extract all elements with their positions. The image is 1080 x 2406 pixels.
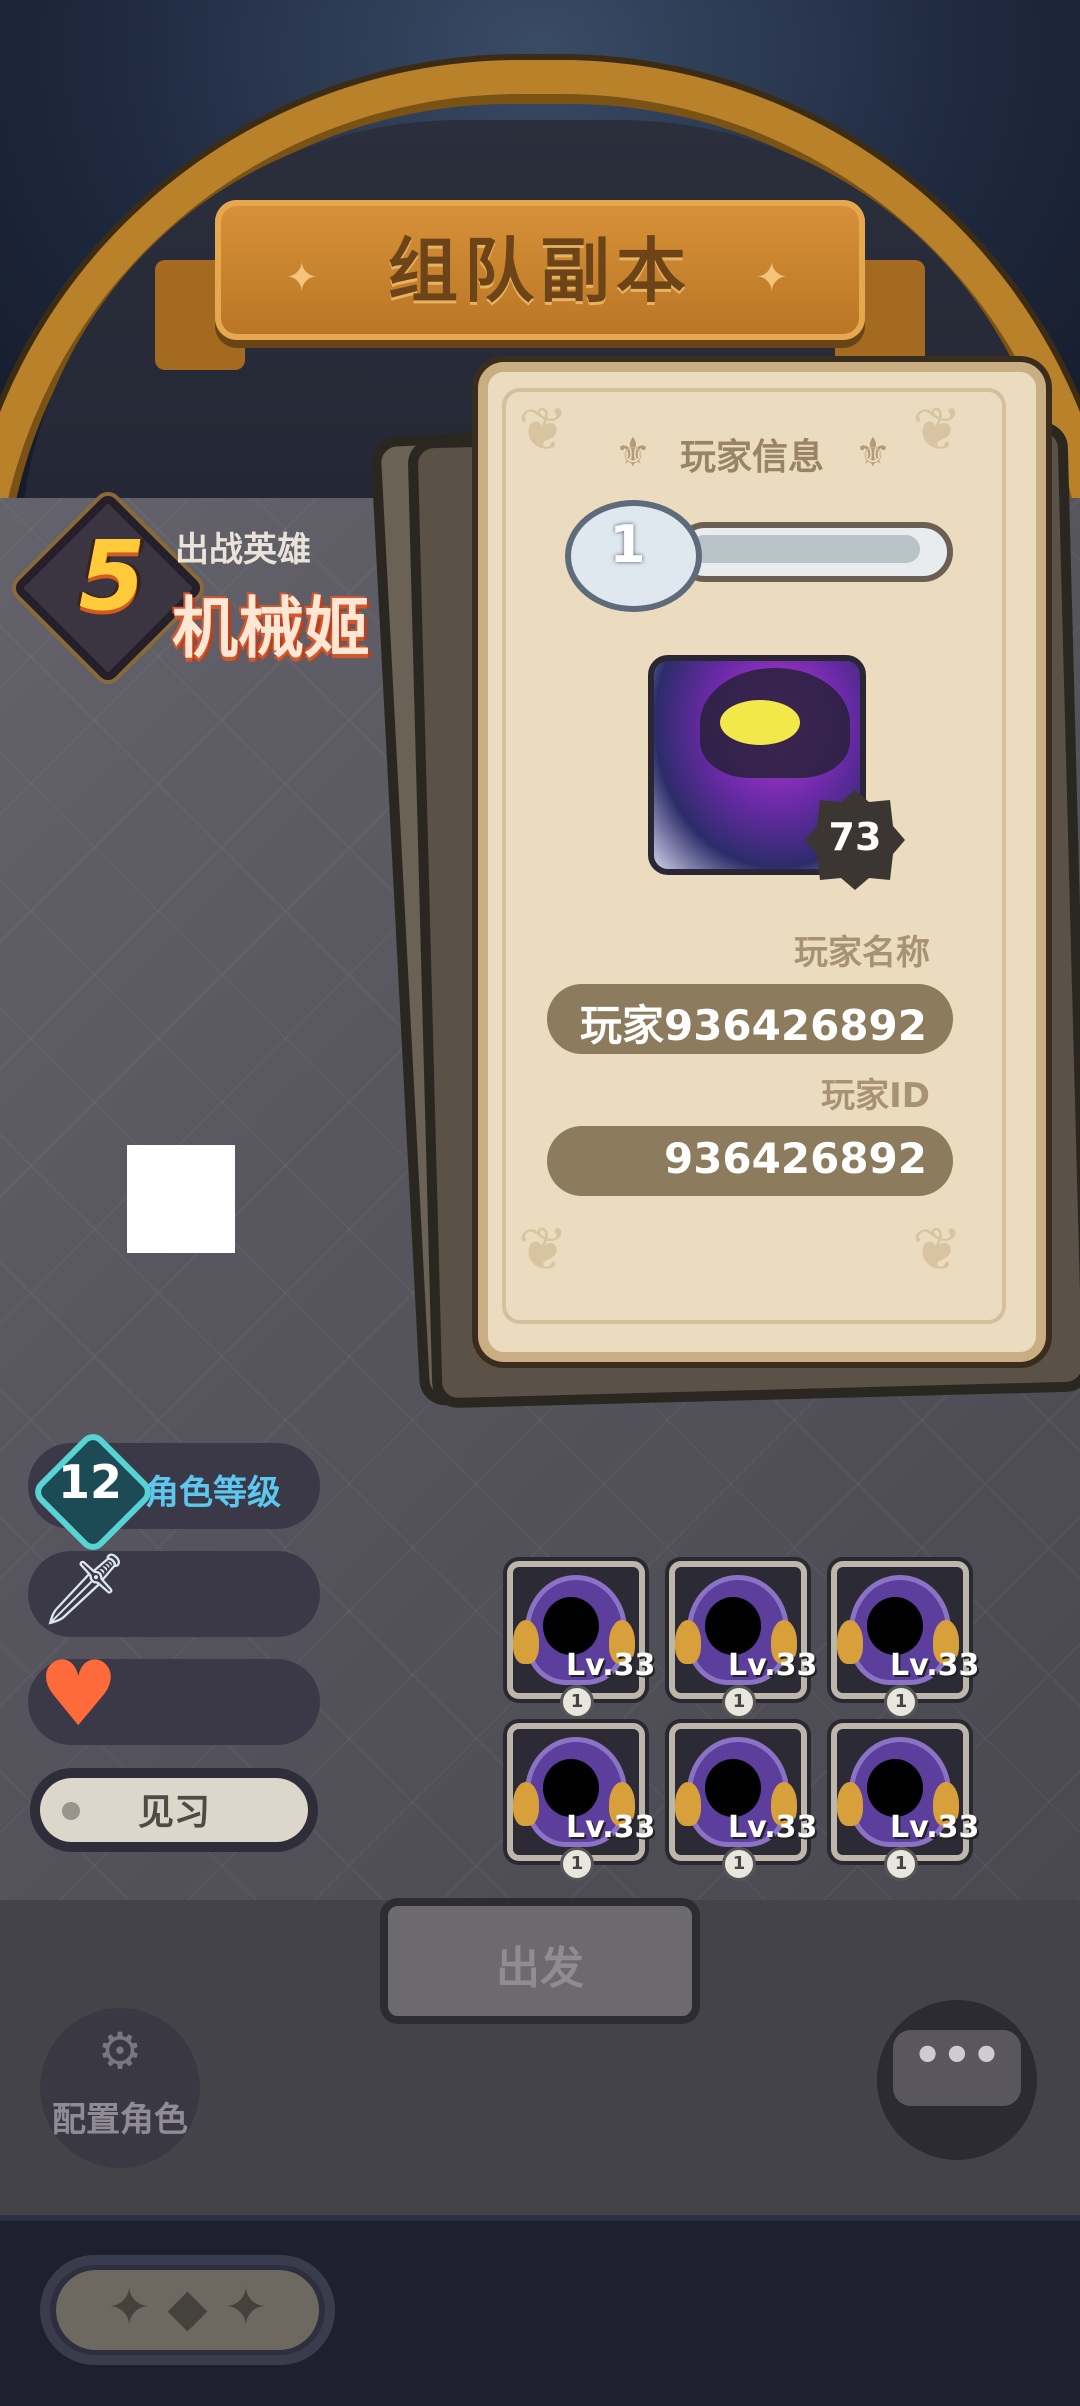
slot-level: Lv.33 [890, 1810, 980, 1845]
hero-subtitle: 出战英雄 [175, 530, 311, 570]
slot-star-badge: 1 [884, 1685, 918, 1719]
rank-progress-track [690, 535, 920, 563]
hood-face [705, 1759, 761, 1817]
slot-level: Lv.33 [728, 1648, 818, 1683]
player-name-value: 玩家936426892 [579, 1001, 927, 1050]
horn-icon [675, 1782, 701, 1826]
configure-role-label: 配置角色 [52, 2100, 188, 2140]
corner-ornament-icon: ❦ [518, 395, 569, 465]
hero-name: 机械姬 [172, 590, 370, 667]
slot-star-badge: 1 [560, 1847, 594, 1881]
slot-level: Lv.33 [728, 1810, 818, 1845]
back-arrow-icon: ✦ ◆ ✦ [107, 2278, 268, 2338]
corner-ornament-icon: ❦ [518, 1215, 569, 1285]
chat-dots-icon: ••• [912, 2028, 1002, 2082]
hero-portrait-placeholder [127, 1145, 235, 1253]
player-id-value: 936426892 [663, 1134, 927, 1183]
horn-icon [675, 1620, 701, 1664]
avatar-eye [720, 700, 800, 745]
hood-face [543, 1597, 599, 1655]
slot-level: Lv.33 [890, 1648, 980, 1683]
status-dot [62, 1802, 80, 1820]
hood-face [867, 1597, 923, 1655]
slot-level: Lv.33 [566, 1810, 656, 1845]
slot-star-badge: 1 [722, 1847, 756, 1881]
character-level-value: 12 [57, 1455, 122, 1509]
slot-star-badge: 1 [560, 1685, 594, 1719]
slot-star-badge: 1 [884, 1847, 918, 1881]
sword-icon: 🗡 [40, 1548, 129, 1630]
gear-icon: ⚙ [97, 2022, 143, 2080]
avatar-level-value: 73 [828, 815, 882, 859]
hood-face [705, 1597, 761, 1655]
corner-ornament-icon: ❦ [912, 1215, 963, 1285]
hood-face [867, 1759, 923, 1817]
slot-level: Lv.33 [566, 1648, 656, 1683]
status-label: 见习 [138, 1792, 211, 1833]
corner-ornament-icon: ❦ [912, 395, 963, 465]
heart-icon: ♥ [38, 1642, 119, 1747]
horn-icon [837, 1782, 863, 1826]
player-name-label: 玩家名称 [794, 933, 930, 973]
horn-icon [837, 1620, 863, 1664]
horn-icon [513, 1782, 539, 1826]
player-id-label: 玩家ID [821, 1076, 930, 1116]
rank-level: 1 [609, 515, 646, 575]
fleur-right-icon: ⚜ [855, 430, 891, 476]
horn-icon [513, 1620, 539, 1664]
character-level-label: 角色等级 [145, 1473, 281, 1513]
fleur-left-icon: ⚜ [615, 430, 651, 476]
slot-star-badge: 1 [722, 1685, 756, 1719]
card-title: 玩家信息 [680, 437, 825, 478]
depart-button-label: 出发 [496, 1943, 584, 1994]
hero-rank-value: 5 [78, 520, 146, 632]
page-title: 组队副本 [388, 230, 692, 312]
hood-face [543, 1759, 599, 1817]
